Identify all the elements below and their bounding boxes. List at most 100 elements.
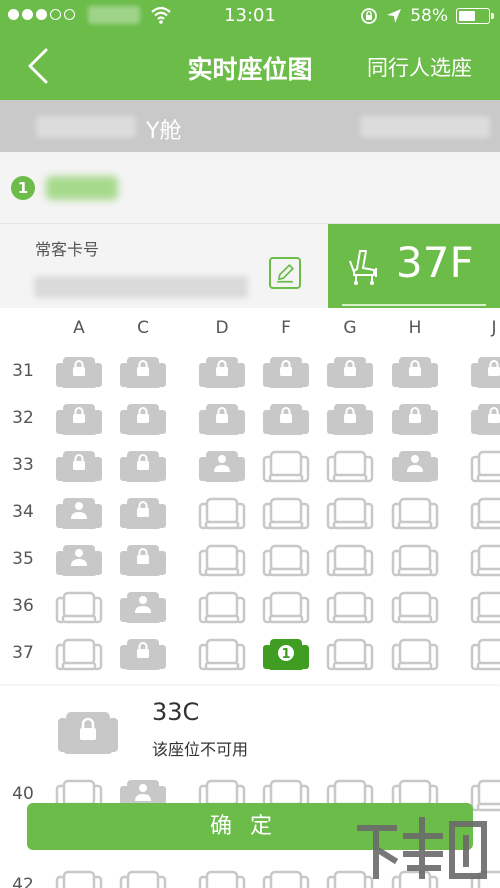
selected-seat-card: 37F <box>328 224 500 308</box>
seat-34c-locked[interactable] <box>119 495 167 531</box>
seat-42a-available[interactable] <box>55 868 103 888</box>
cabin-bar: Y舱 <box>0 100 500 152</box>
nav-bar: 实时座位图 同行人选座 <box>0 32 500 100</box>
selected-seat-number: 37F <box>396 238 474 287</box>
status-bar: 13:01 58% <box>0 0 500 32</box>
seat-35g-available[interactable] <box>326 542 374 578</box>
seat-40j-available[interactable] <box>470 777 500 813</box>
column-label-c: C <box>137 318 149 338</box>
frequent-flyer-number-blurred <box>34 276 248 298</box>
seat-34f-available[interactable] <box>262 495 310 531</box>
frequent-flyer-section: 常客卡号 <box>0 224 328 308</box>
seat-31j-locked[interactable] <box>470 354 500 390</box>
companion-seat-button[interactable]: 同行人选座 <box>367 52 472 82</box>
seat-36f-available[interactable] <box>262 589 310 625</box>
seat-32h-locked[interactable] <box>391 401 439 437</box>
row-label-31: 31 <box>12 361 34 381</box>
row-label-37: 37 <box>12 643 34 663</box>
watermark-logo <box>357 817 487 879</box>
info-seat-message: 该座位不可用 <box>152 740 249 759</box>
seat-33g-available[interactable] <box>326 448 374 484</box>
flight-date-blurred <box>360 116 490 138</box>
status-right: 58% <box>360 6 494 26</box>
seat-33d-occupied[interactable] <box>198 448 246 484</box>
seat-35f-available[interactable] <box>262 542 310 578</box>
seat-37g-available[interactable] <box>326 636 374 672</box>
column-label-h: H <box>408 318 422 338</box>
passenger-index-badge: 1 <box>11 176 35 200</box>
seat-42c-available[interactable] <box>119 868 167 888</box>
column-label-j: J <box>491 318 497 338</box>
seat-35a-occupied[interactable] <box>55 542 103 578</box>
row-label-36: 36 <box>12 596 34 616</box>
seat-32g-locked[interactable] <box>326 401 374 437</box>
edit-icon[interactable] <box>269 257 301 289</box>
battery-icon <box>456 8 494 24</box>
seat-37j-available[interactable] <box>470 636 500 672</box>
rotation-lock-icon <box>361 8 378 24</box>
seat-35j-available[interactable] <box>470 542 500 578</box>
seat-33j-available[interactable] <box>470 448 500 484</box>
row-label-34: 34 <box>12 502 34 522</box>
seat-35d-available[interactable] <box>198 542 246 578</box>
seat-37f-selected[interactable]: 1 <box>262 636 310 672</box>
seat-37a-available[interactable] <box>55 636 103 672</box>
seat-info-panel: 33C 该座位不可用 <box>0 686 500 778</box>
column-label-d: D <box>215 318 229 338</box>
row-label-42: 42 <box>12 875 34 888</box>
seat-36g-available[interactable] <box>326 589 374 625</box>
seat-36d-available[interactable] <box>198 589 246 625</box>
seat-31c-locked[interactable] <box>119 354 167 390</box>
cabin-class: Y舱 <box>146 119 182 144</box>
seat-31a-locked[interactable] <box>55 354 103 390</box>
location-arrow-icon <box>387 9 402 23</box>
row-label-40: 40 <box>12 784 34 804</box>
seat-icon <box>349 250 377 285</box>
seat-36j-available[interactable] <box>470 589 500 625</box>
row-label-35: 35 <box>12 549 34 569</box>
seat-32c-locked[interactable] <box>119 401 167 437</box>
seat-34g-available[interactable] <box>326 495 374 531</box>
seat-32d-locked[interactable] <box>198 401 246 437</box>
info-seat-code: 33C <box>152 698 200 726</box>
seat-36a-available[interactable] <box>55 589 103 625</box>
seat-42d-available[interactable] <box>198 868 246 888</box>
column-label-f: F <box>281 318 291 338</box>
seat-34a-occupied[interactable] <box>55 495 103 531</box>
seat-31f-locked[interactable] <box>262 354 310 390</box>
svg-text:1: 1 <box>281 647 290 662</box>
seat-35c-locked[interactable] <box>119 542 167 578</box>
seat-33c-locked[interactable] <box>119 448 167 484</box>
seat-34h-available[interactable] <box>391 495 439 531</box>
battery-percent: 58% <box>410 6 448 26</box>
seat-33f-available[interactable] <box>262 448 310 484</box>
lock-seat-icon <box>58 712 118 754</box>
seat-36c-occupied[interactable] <box>119 589 167 625</box>
column-label-g: G <box>343 318 357 338</box>
passenger-name-blurred <box>46 176 118 200</box>
seat-37c-locked[interactable] <box>119 636 167 672</box>
seat-42f-available[interactable] <box>262 868 310 888</box>
seat-33a-locked[interactable] <box>55 448 103 484</box>
flight-info-blurred <box>36 116 136 138</box>
column-label-a: A <box>73 318 85 338</box>
seat-map: A C D F G H J 31 32 33 34 35 36 37 1 40 42 <box>0 308 500 888</box>
seat-32f-locked[interactable] <box>262 401 310 437</box>
row-label-33: 33 <box>12 455 34 475</box>
seat-31g-locked[interactable] <box>326 354 374 390</box>
seat-32a-locked[interactable] <box>55 401 103 437</box>
frequent-flyer-label: 常客卡号 <box>35 240 100 259</box>
seat-34d-available[interactable] <box>198 495 246 531</box>
seat-37d-available[interactable] <box>198 636 246 672</box>
seat-36h-available[interactable] <box>391 589 439 625</box>
row-label-32: 32 <box>12 408 34 428</box>
seat-35h-available[interactable] <box>391 542 439 578</box>
seat-31d-locked[interactable] <box>198 354 246 390</box>
seat-34j-available[interactable] <box>470 495 500 531</box>
chevron-left-icon[interactable] <box>22 46 62 86</box>
seat-33h-occupied[interactable] <box>391 448 439 484</box>
passenger-row[interactable]: 1 <box>0 152 500 224</box>
seat-32j-locked[interactable] <box>470 401 500 437</box>
seat-31h-locked[interactable] <box>391 354 439 390</box>
seat-37h-available[interactable] <box>391 636 439 672</box>
